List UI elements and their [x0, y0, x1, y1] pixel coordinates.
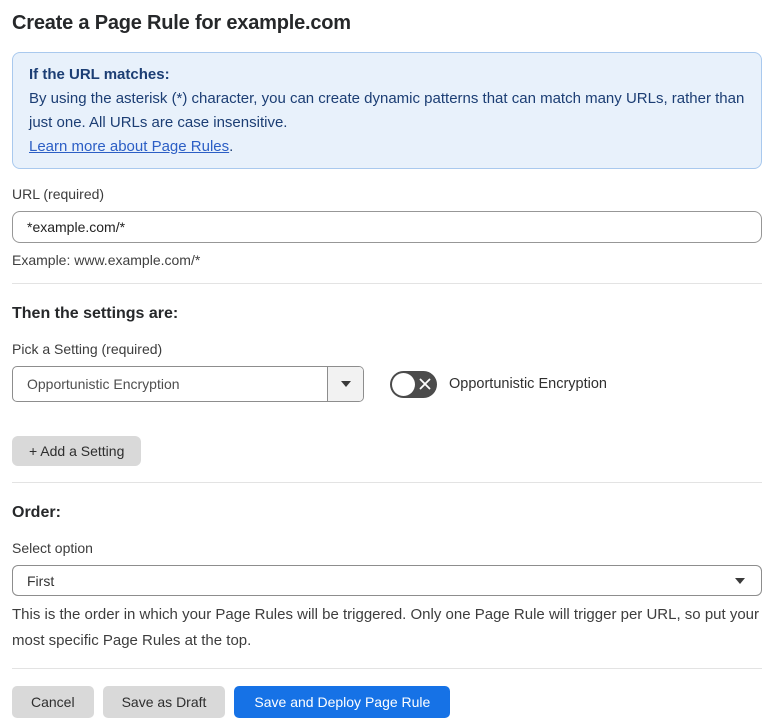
- opportunistic-encryption-toggle[interactable]: [390, 370, 437, 398]
- save-and-deploy-button[interactable]: Save and Deploy Page Rule: [234, 686, 451, 718]
- order-select-label: Select option: [12, 540, 93, 556]
- divider: [12, 283, 762, 284]
- save-as-draft-button[interactable]: Save as Draft: [102, 686, 226, 718]
- settings-section-heading: Then the settings are:: [12, 305, 179, 322]
- info-box-link-line: Learn more about Page Rules.: [29, 135, 745, 159]
- setting-dropdown-arrow-button[interactable]: [327, 367, 363, 401]
- setting-dropdown[interactable]: Opportunistic Encryption: [12, 366, 364, 402]
- order-select-value: First: [27, 572, 55, 589]
- page-title: Create a Page Rule for example.com: [12, 12, 351, 34]
- setting-dropdown-value: Opportunistic Encryption: [27, 376, 180, 392]
- order-select[interactable]: First: [12, 565, 762, 596]
- info-box-heading: If the URL matches:: [29, 66, 170, 83]
- order-section-heading: Order:: [12, 504, 61, 521]
- toggle-knob: [392, 372, 415, 396]
- order-helper-text: This is the order in which your Page Rul…: [12, 606, 760, 649]
- divider: [12, 668, 762, 669]
- link-suffix: .: [229, 138, 234, 155]
- setting-row: Opportunistic Encryption Opportunistic E…: [12, 366, 762, 402]
- pick-setting-label: Pick a Setting (required): [12, 341, 163, 357]
- toggle-setting-label: Opportunistic Encryption: [449, 376, 607, 392]
- chevron-down-icon: [340, 381, 351, 387]
- info-box-body: By using the asterisk (*) character, you…: [29, 90, 745, 131]
- add-setting-button[interactable]: + Add a Setting: [12, 436, 142, 466]
- url-input[interactable]: [12, 211, 762, 243]
- chevron-down-icon: [735, 577, 745, 584]
- cancel-button[interactable]: Cancel: [12, 686, 94, 718]
- divider: [12, 482, 762, 483]
- x-icon: [419, 378, 431, 390]
- learn-more-link[interactable]: Learn more about Page Rules: [29, 138, 229, 155]
- create-page-rule-form: Create a Page Rule for example.com If th…: [0, 0, 775, 718]
- footer-actions: Cancel Save as Draft Save and Deploy Pag…: [12, 686, 762, 718]
- url-field-label: URL (required): [12, 186, 105, 202]
- url-match-info-box: If the URL matches: By using the asteris…: [12, 52, 762, 169]
- url-example-helper: Example: www.example.com/*: [12, 252, 201, 268]
